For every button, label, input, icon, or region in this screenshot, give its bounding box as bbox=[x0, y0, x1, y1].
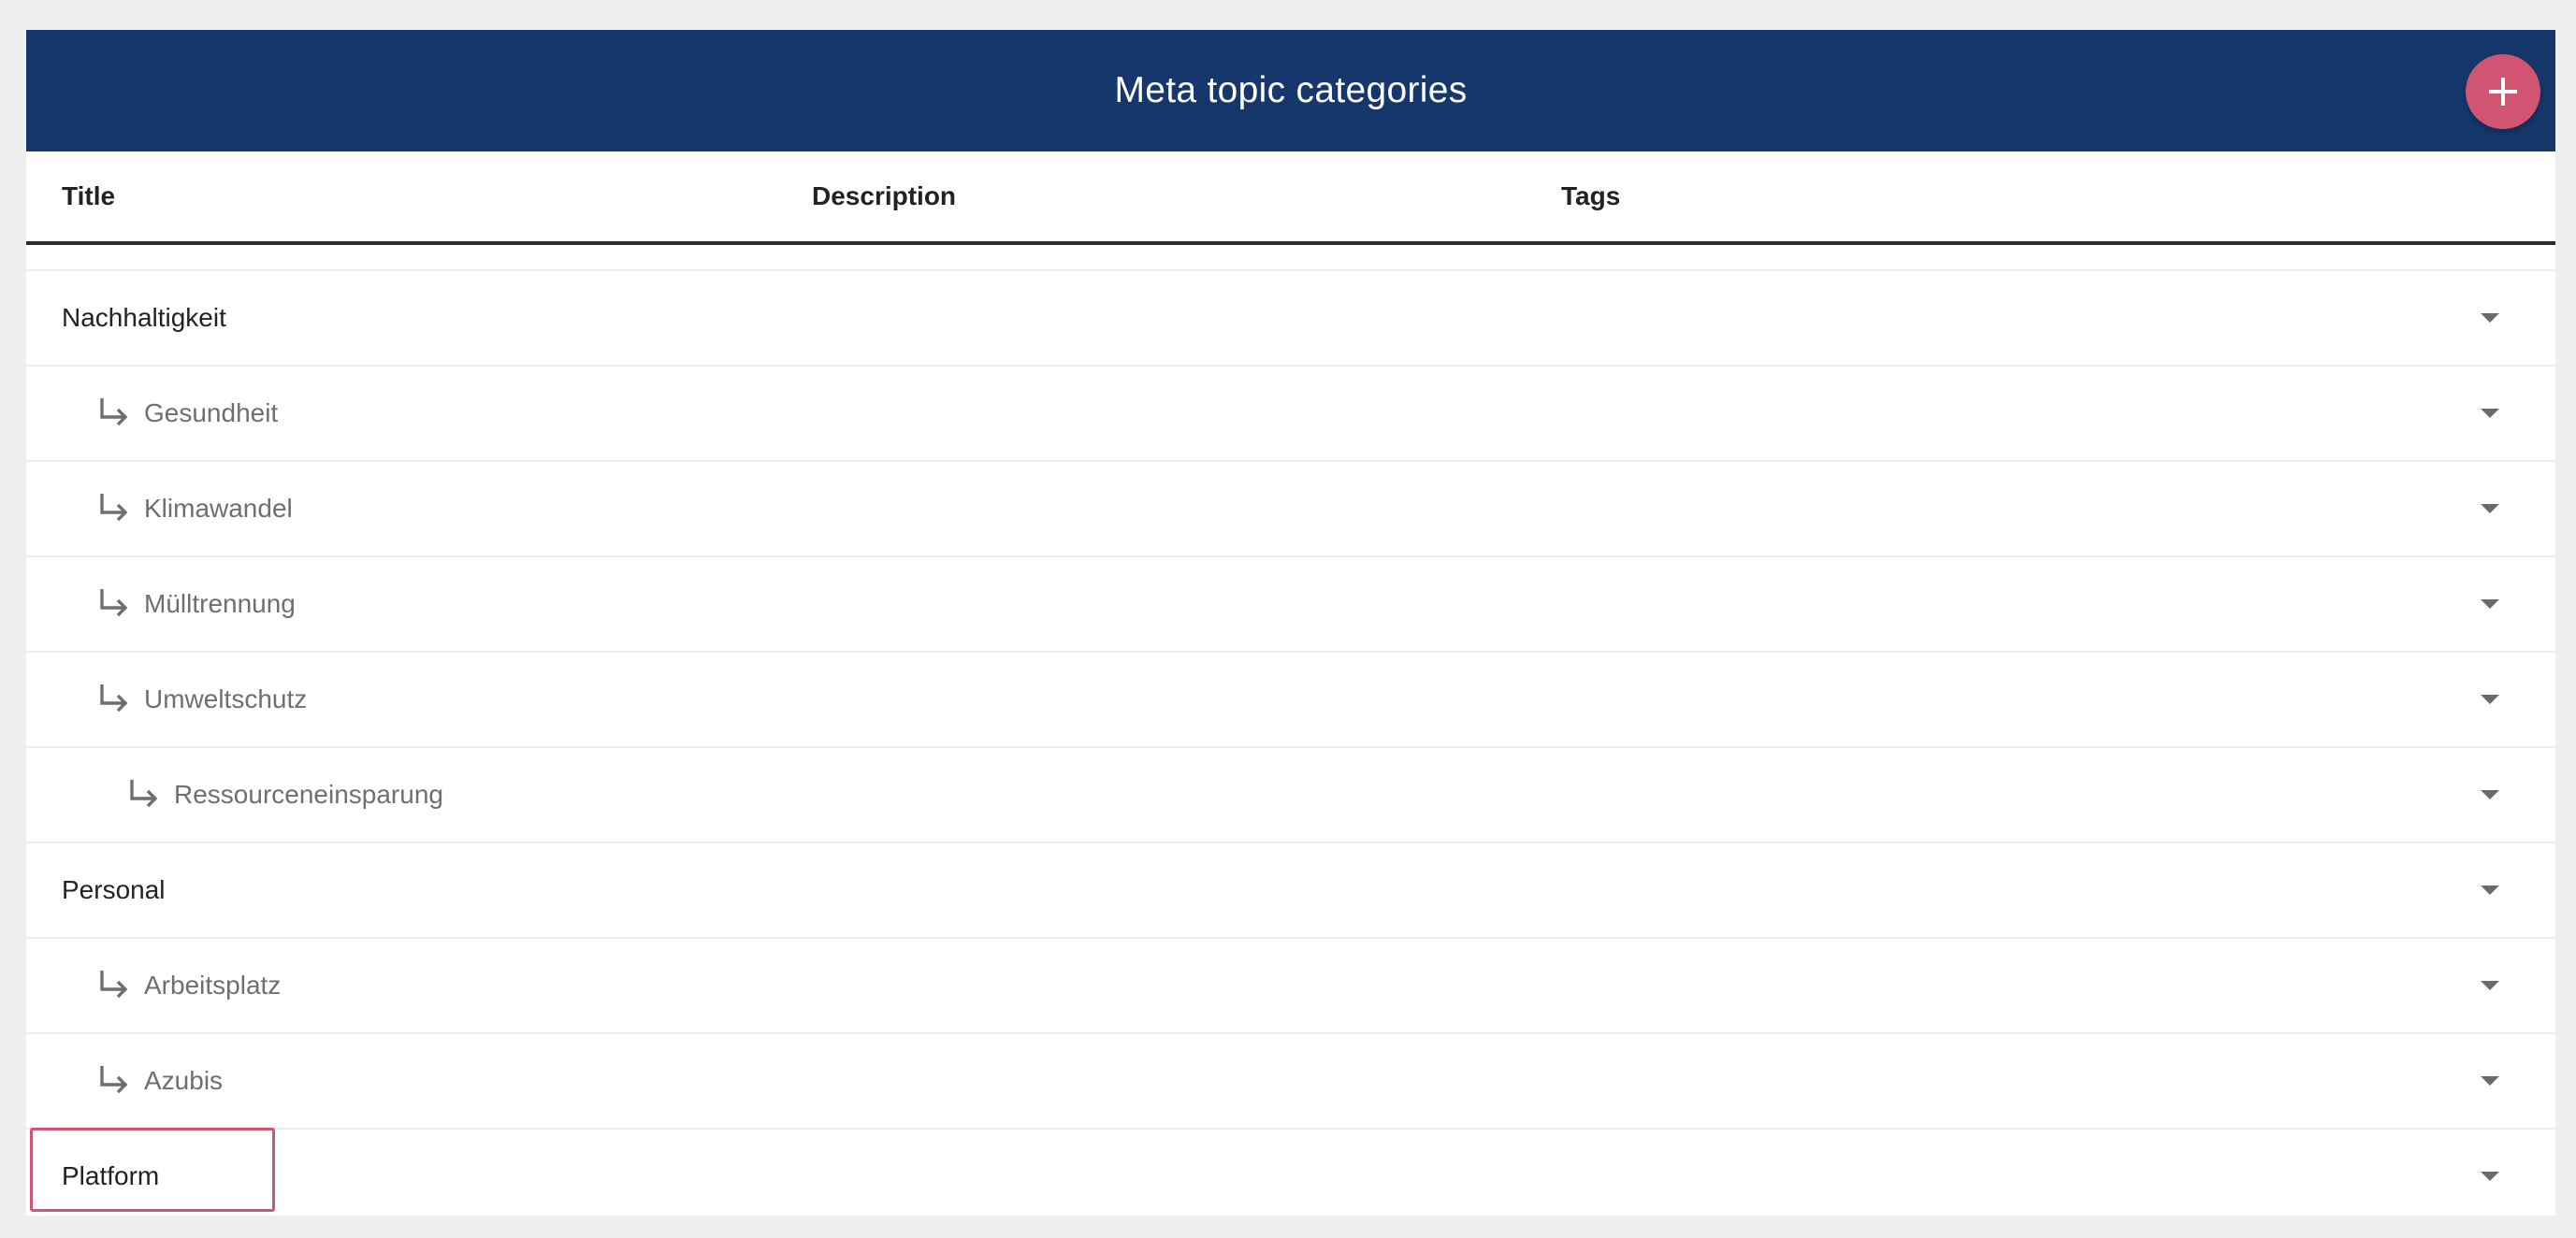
subcategory-arrow-icon bbox=[94, 583, 135, 625]
category-label: Klimawandel bbox=[144, 494, 293, 523]
category-label: Azubis bbox=[144, 1066, 224, 1095]
category-label: Arbeitsplatz bbox=[144, 971, 282, 1000]
category-title: Umweltschutz bbox=[94, 679, 307, 720]
expand-caret-icon[interactable] bbox=[2481, 885, 2499, 895]
category-row[interactable]: Personal bbox=[26, 843, 2555, 939]
subcategory-arrow-icon bbox=[94, 393, 135, 434]
expand-caret-icon[interactable] bbox=[2481, 504, 2499, 513]
subcategory-arrow-icon bbox=[123, 774, 165, 815]
expand-caret-icon[interactable] bbox=[2481, 409, 2499, 418]
category-list: Nachhaltigkeit Gesundheit Klimawandel Müllt… bbox=[26, 271, 2555, 1216]
subcategory-arrow-icon bbox=[94, 965, 135, 1006]
expand-caret-icon[interactable] bbox=[2481, 599, 2499, 609]
expand-caret-icon[interactable] bbox=[2481, 1172, 2499, 1181]
subcategory-arrow-icon bbox=[94, 1060, 135, 1101]
panel-header: Meta topic categories bbox=[26, 30, 2555, 151]
category-row[interactable]: Arbeitsplatz bbox=[26, 939, 2555, 1034]
category-label: Ressourceneinsparung bbox=[174, 780, 443, 809]
categories-panel: Meta topic categories Title Description … bbox=[26, 30, 2555, 1216]
category-title: Nachhaltigkeit bbox=[62, 303, 226, 333]
category-title: Platform bbox=[62, 1161, 159, 1191]
expand-caret-icon[interactable] bbox=[2481, 313, 2499, 323]
category-title: Ressourceneinsparung bbox=[123, 774, 443, 815]
category-label: Mülltrennung bbox=[144, 589, 296, 618]
category-label: Umweltschutz bbox=[144, 684, 308, 713]
column-header-tags[interactable]: Tags bbox=[1561, 181, 1620, 211]
expand-caret-icon[interactable] bbox=[2481, 981, 2499, 990]
category-row[interactable]: Platform bbox=[26, 1130, 2555, 1216]
category-title: Gesundheit bbox=[94, 393, 278, 434]
category-label: Gesundheit bbox=[144, 398, 279, 427]
category-row[interactable]: Nachhaltigkeit bbox=[26, 271, 2555, 367]
table-spacer bbox=[26, 245, 2555, 271]
table-header: Title Description Tags bbox=[26, 151, 2555, 245]
category-row[interactable]: Umweltschutz bbox=[26, 653, 2555, 748]
plus-icon bbox=[2489, 78, 2517, 106]
column-header-description[interactable]: Description bbox=[812, 181, 956, 211]
category-row[interactable]: Azubis bbox=[26, 1034, 2555, 1130]
page-title: Meta topic categories bbox=[1114, 70, 1468, 110]
add-category-button[interactable] bbox=[2466, 54, 2540, 129]
category-label: Nachhaltigkeit bbox=[62, 303, 226, 332]
category-title: Klimawandel bbox=[94, 488, 293, 529]
category-title: Arbeitsplatz bbox=[94, 965, 281, 1006]
category-title: Personal bbox=[62, 875, 166, 905]
category-row[interactable]: Ressourceneinsparung bbox=[26, 748, 2555, 843]
category-row[interactable]: Mülltrennung bbox=[26, 557, 2555, 653]
expand-caret-icon[interactable] bbox=[2481, 1076, 2499, 1086]
expand-caret-icon[interactable] bbox=[2481, 790, 2499, 799]
category-title: Azubis bbox=[94, 1060, 223, 1101]
category-row[interactable]: Gesundheit bbox=[26, 367, 2555, 462]
expand-caret-icon[interactable] bbox=[2481, 695, 2499, 704]
subcategory-arrow-icon bbox=[94, 488, 135, 529]
column-header-title[interactable]: Title bbox=[62, 181, 115, 211]
category-title: Mülltrennung bbox=[94, 583, 296, 625]
category-label: Platform bbox=[62, 1161, 160, 1190]
category-row[interactable]: Klimawandel bbox=[26, 462, 2555, 557]
category-label: Personal bbox=[62, 875, 166, 904]
subcategory-arrow-icon bbox=[94, 679, 135, 720]
